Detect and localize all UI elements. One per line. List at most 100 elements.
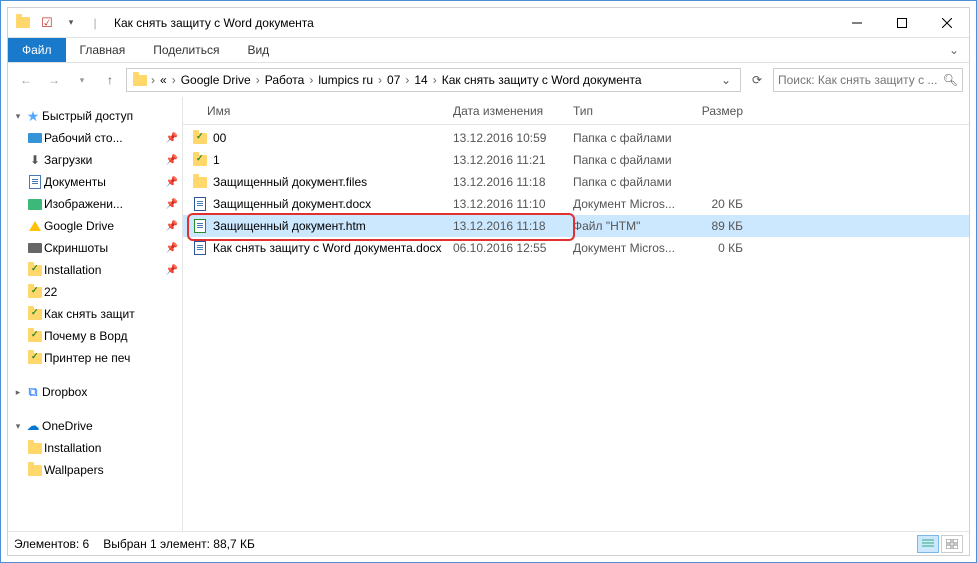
file-list-pane: Имя Дата изменения Тип Размер 0013.12.20… — [183, 97, 969, 531]
col-type[interactable]: Тип — [563, 104, 683, 118]
file-rows: 0013.12.2016 10:59Папка с файлами113.12.… — [183, 125, 969, 531]
sidebar-item[interactable]: Installation — [8, 437, 182, 459]
file-row[interactable]: Защищенный документ.htm13.12.2016 11:18Ф… — [183, 215, 969, 237]
sidebar-item[interactable]: Изображени...📌 — [8, 193, 182, 215]
sidebar-onedrive[interactable]: ▾ ☁ OneDrive — [8, 415, 182, 437]
breadcrumb-sep: › — [170, 73, 178, 87]
pin-icon: 📌 — [166, 155, 178, 166]
onedrive-icon: ☁ — [24, 418, 42, 434]
pin-icon: 📌 — [166, 177, 178, 188]
close-button[interactable] — [924, 9, 969, 37]
file-row[interactable]: 113.12.2016 11:21Папка с файлами — [183, 149, 969, 171]
search-icon[interactable]: 🔍︎ — [943, 73, 958, 87]
ribbon: Файл Главная Поделиться Вид ⌄ — [8, 38, 969, 63]
sidebar-item[interactable]: Скриншоты📌 — [8, 237, 182, 259]
breadcrumb[interactable]: › « › Google Drive › Работа › lumpics ru… — [126, 68, 741, 92]
sidebar-item[interactable]: Принтер не печ — [8, 347, 182, 369]
breadcrumb-folder-icon — [131, 75, 149, 86]
col-date[interactable]: Дата изменения — [443, 104, 563, 118]
file-size: 89 КБ — [683, 219, 753, 233]
sidebar-item[interactable]: Документы📌 — [8, 171, 182, 193]
twisty-icon[interactable]: ▾ — [12, 111, 24, 122]
breadcrumb-item[interactable]: Работа — [262, 73, 308, 87]
sidebar-item-label: 22 — [44, 285, 182, 299]
address-bar-row: ← → ▾ ↑ › « › Google Drive › Работа › lu… — [8, 63, 969, 97]
folder-icon — [26, 287, 44, 298]
tab-file[interactable]: Файл — [8, 38, 66, 62]
twisty-icon[interactable]: ▾ — [12, 421, 24, 432]
file-row[interactable]: Защищенный документ.files 13.12.2016 11:1… — [183, 171, 969, 193]
tab-view[interactable]: Вид — [233, 38, 283, 62]
dropbox-icon: ⧉ — [24, 384, 42, 400]
sidebar-item[interactable]: Как снять защит — [8, 303, 182, 325]
qat-dropdown-icon[interactable]: ▾ — [60, 12, 82, 34]
sidebar-item-label: Installation — [44, 441, 182, 455]
tab-home[interactable]: Главная — [66, 38, 140, 62]
file-name: Как снять защиту с Word документа.docx — [213, 241, 442, 255]
breadcrumb-item[interactable]: lumpics ru — [315, 73, 376, 87]
qat-properties-icon[interactable]: ☑ — [36, 12, 58, 34]
nav-pane: ▾ ★ Быстрый доступ Рабочий сто...📌⬇Загру… — [8, 97, 183, 531]
twisty-icon[interactable]: ▸ — [12, 387, 24, 398]
file-date: 13.12.2016 10:59 — [443, 131, 563, 145]
file-date: 06.10.2016 12:55 — [443, 241, 563, 255]
nav-up-button[interactable]: ↑ — [98, 68, 122, 92]
sidebar-item[interactable]: Installation📌 — [8, 259, 182, 281]
sidebar-item[interactable]: Google Drive📌 — [8, 215, 182, 237]
sidebar-label: Быстрый доступ — [42, 109, 182, 123]
file-row[interactable]: Защищенный документ.docx13.12.2016 11:10… — [183, 193, 969, 215]
sidebar-dropbox[interactable]: ▸ ⧉ Dropbox — [8, 381, 182, 403]
ribbon-expand-icon[interactable]: ⌄ — [939, 38, 969, 62]
nav-back-button[interactable]: ← — [14, 68, 38, 92]
file-row[interactable]: 0013.12.2016 10:59Папка с файлами — [183, 127, 969, 149]
sidebar-item[interactable]: Рабочий сто...📌 — [8, 127, 182, 149]
breadcrumb-sep: › — [307, 73, 315, 87]
file-date: 13.12.2016 11:21 — [443, 153, 563, 167]
sidebar-item-label: Изображени... — [44, 197, 166, 211]
file-type: Документ Micros... — [563, 197, 683, 211]
sidebar-item[interactable]: Почему в Ворд — [8, 325, 182, 347]
minimize-button[interactable] — [834, 9, 879, 37]
sidebar-item[interactable]: ⬇Загрузки📌 — [8, 149, 182, 171]
pin-icon: 📌 — [166, 243, 178, 254]
status-selection: Выбран 1 элемент: 88,7 КБ — [103, 537, 255, 551]
folder-icon — [26, 353, 44, 364]
downloads-icon: ⬇ — [26, 153, 44, 167]
sidebar-item[interactable]: Wallpapers — [8, 459, 182, 481]
file-name: Защищенный документ.files — [213, 175, 367, 189]
view-details-button[interactable] — [917, 535, 939, 553]
nav-recent-dropdown[interactable]: ▾ — [70, 68, 94, 92]
file-row[interactable]: Как снять защиту с Word документа.docx06… — [183, 237, 969, 259]
breadcrumb-item[interactable]: 07 — [384, 73, 403, 87]
col-name[interactable]: Имя — [183, 104, 443, 118]
file-date: 13.12.2016 11:18 — [443, 219, 563, 233]
sidebar-label: OneDrive — [42, 419, 182, 433]
folder-icon — [26, 443, 44, 454]
sidebar-item-label: Документы — [44, 175, 166, 189]
sidebar-quick-access[interactable]: ▾ ★ Быстрый доступ — [8, 105, 182, 127]
folder-icon — [26, 331, 44, 342]
nav-forward-button[interactable]: → — [42, 68, 66, 92]
breadcrumb-item[interactable]: Как снять защиту с Word документа — [439, 73, 645, 87]
breadcrumb-item[interactable]: 14 — [411, 73, 430, 87]
search-box[interactable]: 🔍︎ — [773, 68, 963, 92]
breadcrumb-ellipsis[interactable]: « — [157, 73, 170, 87]
app-icon — [12, 12, 34, 34]
file-date: 13.12.2016 11:18 — [443, 175, 563, 189]
maximize-button[interactable] — [879, 9, 924, 37]
sidebar-item-label: Почему в Ворд — [44, 329, 182, 343]
sidebar-item[interactable]: 22 — [8, 281, 182, 303]
folder-icon — [191, 133, 209, 144]
breadcrumb-sep: › — [254, 73, 262, 87]
window-title: Как снять защиту с Word документа — [114, 16, 314, 30]
refresh-button[interactable]: ⟳ — [745, 68, 769, 92]
view-large-icons-button[interactable] — [941, 535, 963, 553]
breadcrumb-item[interactable]: Google Drive — [178, 73, 254, 87]
search-input[interactable] — [778, 73, 943, 87]
pin-icon: 📌 — [166, 265, 178, 276]
breadcrumb-dropdown-icon[interactable]: ⌄ — [716, 73, 736, 87]
tab-share[interactable]: Поделиться — [139, 38, 233, 62]
sidebar-item-label: Google Drive — [44, 219, 166, 233]
col-size[interactable]: Размер — [683, 104, 753, 118]
sidebar-item-label: Загрузки — [44, 153, 166, 167]
